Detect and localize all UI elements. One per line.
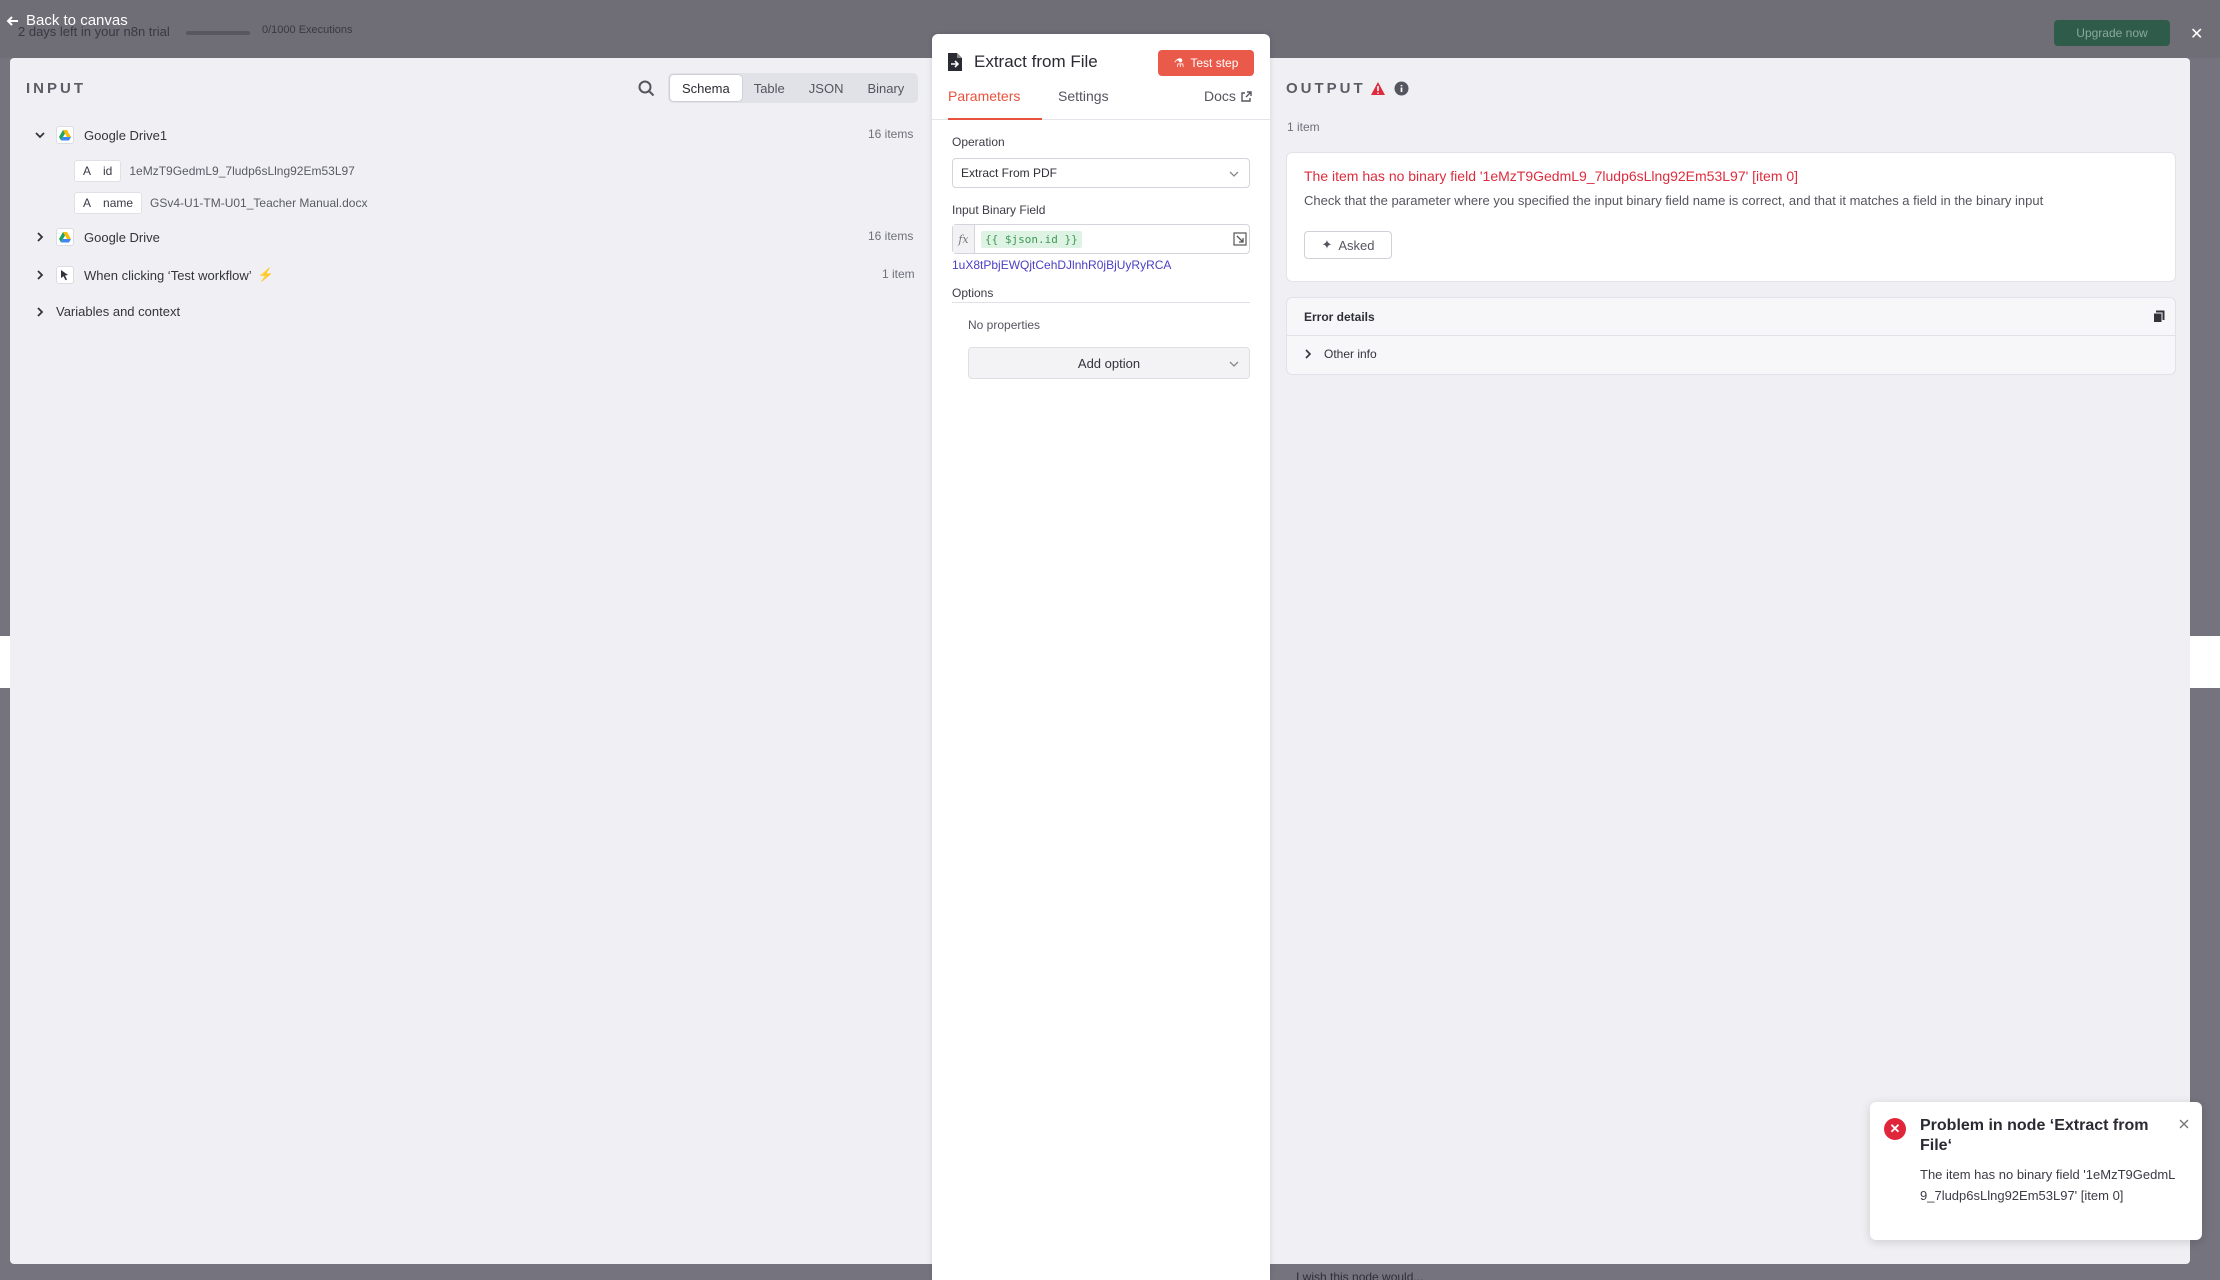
back-to-canvas-link[interactable]: Back to canvas (6, 12, 128, 29)
asked-button[interactable]: ✦ Asked (1304, 231, 1392, 259)
string-type-icon: A (83, 164, 92, 178)
fx-icon: fx (953, 225, 975, 253)
tab-json[interactable]: JSON (797, 75, 856, 101)
add-option-button[interactable]: Add option (968, 347, 1250, 379)
info-icon[interactable] (1394, 81, 1409, 96)
tree-node-label: When clicking ‘Test workflow’ (84, 267, 252, 283)
close-icon[interactable] (2178, 1118, 2190, 1130)
docs-label: Docs (1204, 88, 1236, 104)
tree-node-label: Google Drive1 (84, 127, 168, 143)
toast-message: The item has no binary field '1eMzT9Gedm… (1920, 1167, 2176, 1203)
test-step-label: Test step (1190, 56, 1239, 70)
field-chip: Aname (74, 192, 143, 214)
test-step-button[interactable]: ⚗ Test step (1158, 50, 1254, 76)
no-properties-text: No properties (968, 318, 1041, 332)
chevron-right-icon[interactable] (34, 269, 46, 281)
tab-schema[interactable]: Schema (670, 75, 742, 101)
variables-label: Variables and context (56, 304, 181, 319)
binary-field-label: Input Binary Field (952, 203, 1046, 217)
error-description: Check that the parameter where you speci… (1304, 193, 2044, 208)
arrow-left-icon (6, 15, 18, 26)
chevron-down-icon (1229, 171, 1239, 177)
search-icon[interactable] (636, 78, 658, 100)
file-extract-icon (948, 53, 962, 71)
operation-label: Operation (952, 135, 1005, 149)
error-details-title: Error details (1304, 310, 1375, 324)
operation-select[interactable]: Extract From PDF (952, 158, 1250, 188)
input-title: INPUT (26, 80, 86, 97)
tab-table[interactable]: Table (742, 75, 797, 101)
string-type-icon: A (83, 196, 92, 210)
execution-progress-bar (186, 31, 250, 35)
cursor-icon (56, 266, 74, 284)
options-divider (952, 302, 1250, 303)
field-key: name (103, 196, 134, 210)
google-drive-icon (56, 228, 74, 246)
back-to-canvas-label: Back to canvas (26, 12, 128, 29)
expand-icon[interactable] (1233, 232, 1247, 246)
lightning-icon: ⚡ (257, 267, 274, 282)
input-panel: INPUT Schema Table JSON Binary Google Dr… (10, 58, 932, 1264)
binary-field-input[interactable]: fx {{ $json.id }} (952, 224, 1250, 254)
external-link-icon (1241, 90, 1252, 102)
resolved-expression: 1uX8tPbjEWQjtCehDJlnhR0jBjUyRyRCA (952, 258, 1172, 272)
error-details-header: Error details (1287, 298, 2175, 336)
field-value: 1eMzT9GedmL9_7ludp6sLlng92Em53L97 (129, 164, 355, 178)
close-icon[interactable]: ✕ (2190, 24, 2203, 44)
operation-value: Extract From PDF (961, 166, 1058, 180)
variables-and-context[interactable]: Variables and context (34, 304, 180, 319)
item-count: 16 items (868, 229, 914, 243)
schema-field-id[interactable]: Aid 1eMzT9GedmL9_7ludp6sLlng92Em53L97 (74, 160, 355, 182)
error-card: The item has no binary field '1eMzT9Gedm… (1286, 152, 2176, 282)
tree-node-google-drive[interactable]: Google Drive (34, 228, 160, 246)
view-mode-tabs: Schema Table JSON Binary (668, 73, 919, 103)
expression-value: {{ $json.id }} (981, 230, 1082, 248)
toast-title: Problem in node ‘Extract from File‘ (1920, 1117, 2149, 1154)
upgrade-button[interactable]: Upgrade now (2054, 20, 2170, 46)
schema-field-name[interactable]: Aname GSv4-U1-TM-U01_Teacher Manual.docx (74, 192, 367, 214)
other-info-label: Other info (1324, 347, 1377, 361)
upgrade-label: Upgrade now (2076, 26, 2148, 40)
tab-binary[interactable]: Binary (855, 75, 916, 101)
node-title: Extract from File (974, 52, 1098, 71)
copy-icon[interactable] (2153, 310, 2165, 323)
sparkle-icon: ✦ (1321, 237, 1333, 252)
field-chip: Aid (74, 160, 122, 182)
output-title: OUTPUT (1286, 80, 1366, 97)
tree-node-manual-trigger[interactable]: When clicking ‘Test workflow’ ⚡ (34, 266, 274, 284)
chevron-right-icon[interactable] (34, 231, 46, 243)
error-title: The item has no binary field '1eMzT9Gedm… (1304, 168, 1799, 184)
item-count: 16 items (868, 127, 914, 141)
field-key: id (103, 164, 113, 178)
tab-parameters[interactable]: Parameters (948, 88, 1042, 120)
tab-settings[interactable]: Settings (1058, 88, 1109, 120)
chevron-down-icon (1229, 361, 1239, 367)
asked-label: Asked (1338, 237, 1375, 253)
chevron-right-icon (1305, 349, 1312, 359)
docs-link[interactable]: Docs (1204, 88, 1252, 104)
item-count: 1 item (882, 267, 915, 281)
output-items-count: 1 item (1287, 120, 1320, 134)
parameter-tabs: Parameters Settings Docs (932, 88, 1270, 120)
add-option-label: Add option (1077, 355, 1141, 371)
other-info-toggle[interactable]: Other info (1304, 347, 1377, 361)
tree-node-google-drive1[interactable]: Google Drive1 (34, 126, 167, 144)
chevron-down-icon[interactable] (34, 129, 46, 141)
warning-icon (1371, 82, 1385, 95)
node-parameters-panel: Extract from File ⚗ Test step Parameters… (932, 34, 1270, 1280)
field-value: GSv4-U1-TM-U01_Teacher Manual.docx (150, 196, 368, 210)
canvas-edge-right (2190, 636, 2220, 688)
chevron-right-icon[interactable] (34, 306, 46, 318)
error-circle-icon: ✕ (1884, 1118, 1906, 1140)
canvas-edge-left (0, 636, 10, 688)
executions-count: 0/1000 Executions (262, 24, 353, 36)
options-label: Options (952, 286, 994, 300)
feedback-text: I wish this node would... (1296, 1270, 1424, 1280)
error-toast: ✕ Problem in node ‘Extract from File‘ Th… (1870, 1102, 2202, 1240)
error-details-card: Error details Other info (1286, 297, 2176, 375)
tree-node-label: Google Drive (84, 229, 160, 245)
google-drive-icon (56, 126, 74, 144)
flask-icon: ⚗ (1173, 56, 1185, 70)
